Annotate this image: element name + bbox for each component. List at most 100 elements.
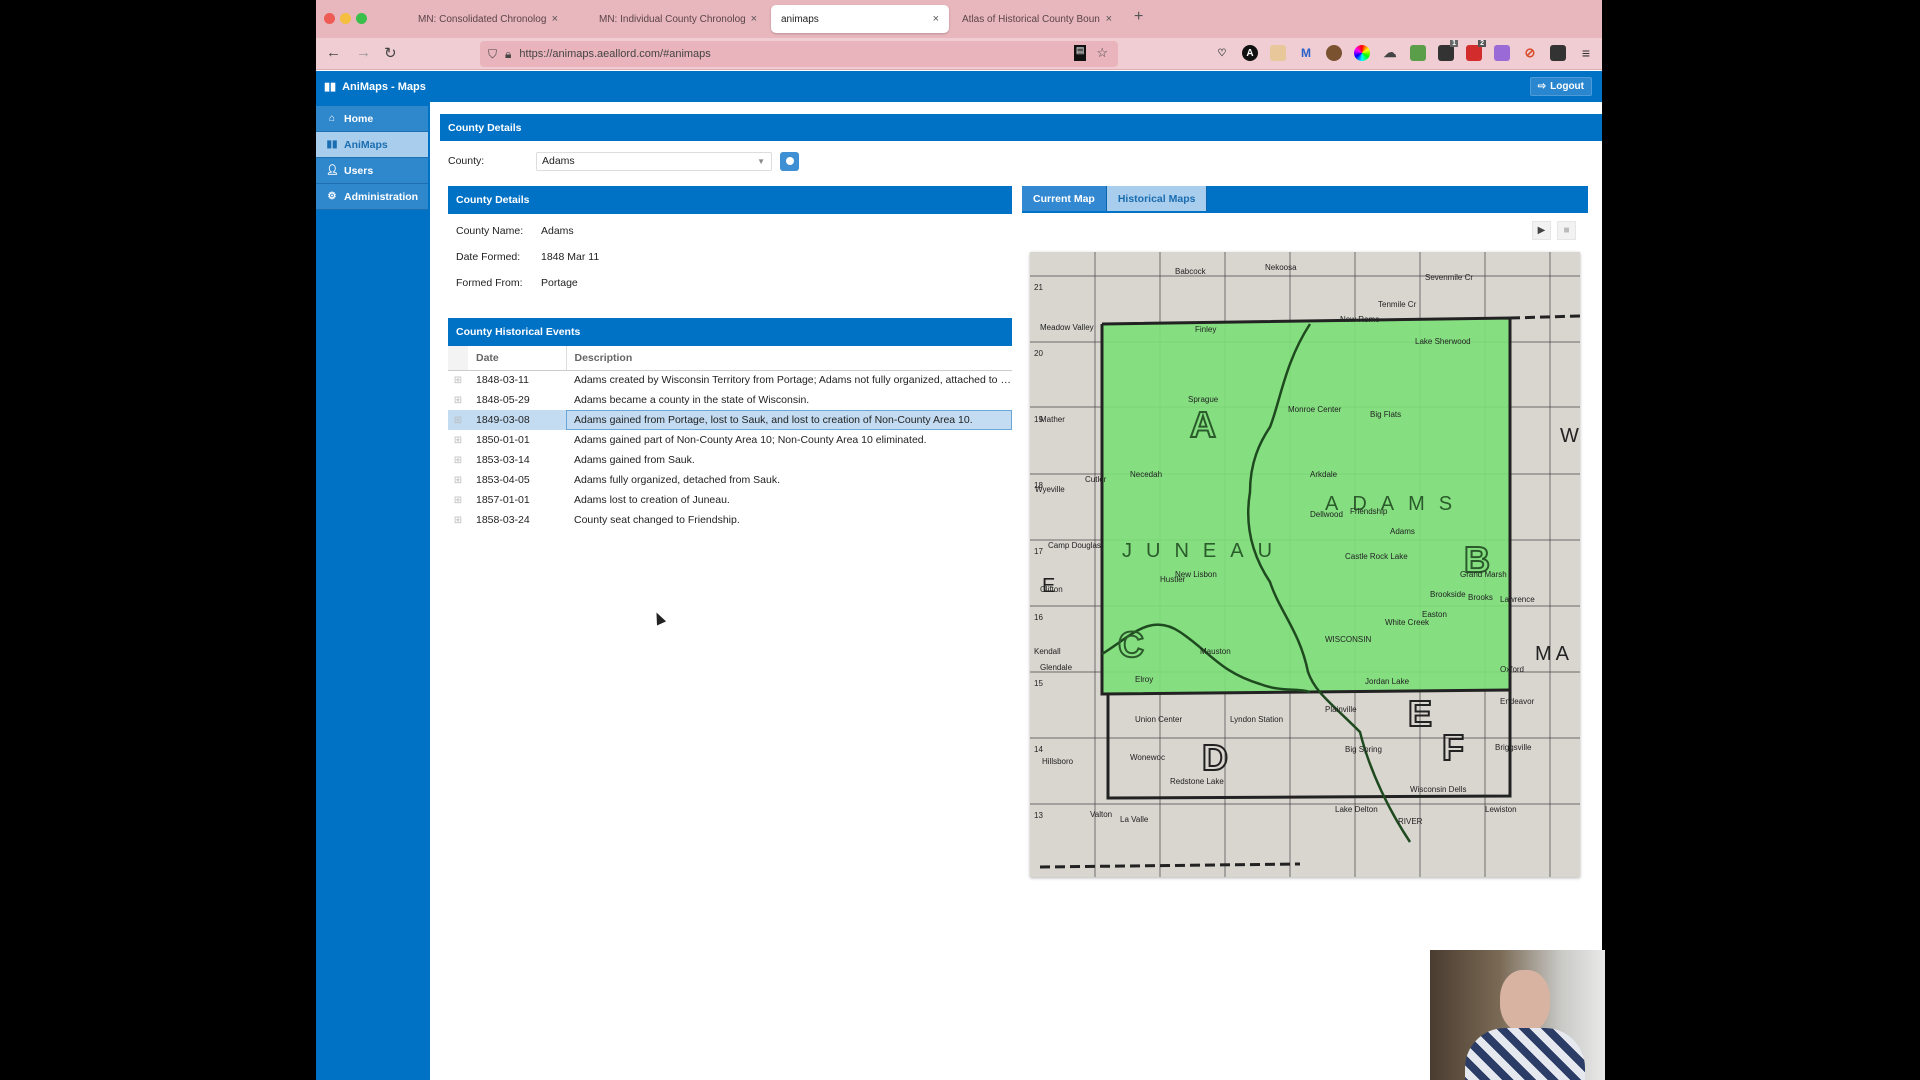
forward-button[interactable]: → <box>356 44 371 61</box>
expand-row-icon[interactable]: ⊞ <box>448 390 468 410</box>
map-letter: C <box>1118 624 1144 665</box>
load-county-button[interactable] <box>780 151 799 171</box>
expand-row-icon[interactable]: ⊞ <box>448 370 468 390</box>
stop-button[interactable]: ■ <box>1557 221 1576 240</box>
map-place-label: Lake Sherwood <box>1415 337 1471 346</box>
color-picker-icon[interactable] <box>1354 45 1370 61</box>
address-bar[interactable]: ⛉ 🔒︎ https://animaps.aeallord.com/#anima… <box>480 41 1118 67</box>
tab-current-map[interactable]: Current Map <box>1022 186 1107 211</box>
expand-row-icon[interactable]: ⊞ <box>448 510 468 530</box>
map-place-label: Finley <box>1195 325 1216 334</box>
expand-row-icon[interactable]: ⊞ <box>448 450 468 470</box>
detail-row: Date Formed: 1848 Mar 11 <box>448 244 1012 270</box>
table-row[interactable]: ⊞ 1849-03-08 Adams gained from Portage, lo… <box>448 410 1012 430</box>
county-select[interactable]: Adams ▼ <box>536 151 772 171</box>
extension-cube-icon[interactable] <box>1494 45 1510 61</box>
map-place-label: Clifton <box>1040 585 1063 594</box>
map-tabs: Current Map Historical Maps <box>1022 186 1588 213</box>
map-place-label: Arkdale <box>1310 470 1338 479</box>
township-number-label: 15 <box>1034 679 1043 688</box>
printer-icon[interactable] <box>1410 45 1426 61</box>
table-row[interactable]: ⊞ 1848-05-29 Adams became a county in the … <box>448 390 1012 410</box>
sidebar-item-animaps[interactable]: ▮▮ AniMaps <box>316 132 428 158</box>
expand-row-icon[interactable]: ⊞ <box>448 490 468 510</box>
sidebar-item-administration[interactable]: ⚙︎ Administration <box>316 184 428 210</box>
event-description: Adams became a county in the state of Wi… <box>574 394 810 406</box>
table-header-row: Date Description <box>448 346 1012 371</box>
close-window-button[interactable] <box>324 13 335 24</box>
column-header-description[interactable]: Description <box>566 346 1012 371</box>
new-tab-button[interactable]: + <box>1134 8 1143 26</box>
sidebar-item-home[interactable]: ⌂ Home <box>316 106 428 132</box>
tab-historical-maps[interactable]: Historical Maps <box>1106 186 1208 211</box>
tab-close-icon[interactable]: × <box>1106 13 1112 25</box>
township-number-label: 17 <box>1034 547 1043 556</box>
reader-view-icon[interactable]: ▤ <box>1073 45 1087 61</box>
map-place-label: Oxford <box>1500 665 1524 674</box>
gear-icon: ⚙︎ <box>327 191 337 202</box>
extension-red-icon[interactable]: 2 <box>1466 40 1486 61</box>
table-row[interactable]: ⊞ 1853-04-05 Adams fully organized, detach… <box>448 470 1012 490</box>
tab-close-icon[interactable]: × <box>933 13 939 25</box>
logout-icon: ⇨ <box>1537 81 1547 92</box>
bookmark-star-icon[interactable]: ☆ <box>1096 45 1108 61</box>
table-row[interactable]: ⊞ 1857-01-01 Adams lost to creation of Jun… <box>448 490 1012 510</box>
cloud-icon[interactable]: ☁︎ <box>1382 45 1398 61</box>
expand-row-icon[interactable]: ⊞ <box>448 470 468 490</box>
county-details-panel: County Details County Name: Adams Date F… <box>448 186 1012 296</box>
map-place-label: Dellwood <box>1310 510 1343 519</box>
cookie-icon[interactable] <box>1326 45 1342 61</box>
extension-grid-icon[interactable]: 1 <box>1438 40 1458 61</box>
badge: 2 <box>1478 40 1486 47</box>
shield-icon[interactable]: ⛉ <box>488 47 497 62</box>
panel-header: County Historical Events <box>448 318 1012 346</box>
maximize-window-button[interactable] <box>356 13 367 24</box>
map-place-label: Plainville <box>1325 705 1357 714</box>
menu-icon[interactable]: ≡ <box>1578 45 1594 61</box>
map-place-label: New Rome <box>1340 315 1380 324</box>
browser-tab[interactable]: MN: Individual County Chronologies × <box>589 5 767 33</box>
expand-row-icon[interactable]: ⊞ <box>448 430 468 450</box>
expand-row-icon[interactable]: ⊞ <box>448 410 468 430</box>
historical-map-image[interactable]: A B C D E F ADAMS JUNEAU W E MA Babcock … <box>1030 252 1580 877</box>
extension-a-icon[interactable]: A <box>1242 45 1258 61</box>
event-date: 1858-03-24 <box>476 514 530 526</box>
save-icon[interactable] <box>1550 45 1566 61</box>
township-number-label: 20 <box>1034 349 1043 358</box>
browser-tab-active[interactable]: animaps × <box>771 5 949 33</box>
tab-bar: MN: Consolidated Chronology × MN: Indivi… <box>316 0 1602 38</box>
table-row[interactable]: ⊞ 1858-03-24 County seat changed to Friend… <box>448 510 1012 530</box>
play-button[interactable]: ▶ <box>1532 221 1551 240</box>
minimize-window-button[interactable] <box>340 13 351 24</box>
pocket-icon[interactable]: ♡ <box>1214 45 1230 61</box>
sidebar-item-users[interactable]: 👤︎ Users <box>316 158 428 184</box>
url-text[interactable]: https://animaps.aeallord.com/#animaps <box>519 48 710 60</box>
township-number-label: 19 <box>1034 415 1043 424</box>
township-number-label: 16 <box>1034 613 1043 622</box>
extension-m-icon[interactable]: M <box>1298 45 1314 61</box>
county-selector-row: County: Adams ▼ <box>448 151 799 171</box>
map-place-label: Grand Marsh <box>1460 570 1507 579</box>
browser-tab[interactable]: Atlas of Historical County Boundaries × <box>952 5 1122 33</box>
back-button[interactable]: ← <box>326 44 341 61</box>
reload-button[interactable]: ↻ <box>384 44 397 62</box>
tab-close-icon[interactable]: × <box>751 13 757 25</box>
block-icon[interactable]: ⊘ <box>1522 45 1538 61</box>
map-place-label: Sprague <box>1188 395 1219 404</box>
extension-folder-icon[interactable] <box>1270 45 1286 61</box>
sidebar-item-label: AniMaps <box>344 138 388 151</box>
event-description: Adams gained from Portage, lost to Sauk,… <box>566 410 1012 430</box>
map-place-label: RIVER <box>1398 817 1423 826</box>
browser-tab[interactable]: MN: Consolidated Chronology × <box>408 5 568 33</box>
event-description: Adams fully organized, detached from Sau… <box>574 474 781 486</box>
column-header-date[interactable]: Date <box>468 346 567 371</box>
map-place-label: Lawrence <box>1500 595 1535 604</box>
table-row[interactable]: ⊞ 1850-01-01 Adams gained part of Non-Coun… <box>448 430 1012 450</box>
map-place-label: Glendale <box>1040 663 1073 672</box>
logout-button[interactable]: ⇨ Logout <box>1529 77 1592 96</box>
tab-close-icon[interactable]: × <box>552 13 558 25</box>
table-row[interactable]: ⊞ 1853-03-14 Adams gained from Sauk. <box>448 450 1012 470</box>
lock-icon[interactable]: 🔒︎ <box>505 47 511 62</box>
map-place-label: New Lisbon <box>1175 570 1217 579</box>
table-row[interactable]: ⊞ 1848-03-11 Adams created by Wisconsin Te… <box>448 370 1012 390</box>
